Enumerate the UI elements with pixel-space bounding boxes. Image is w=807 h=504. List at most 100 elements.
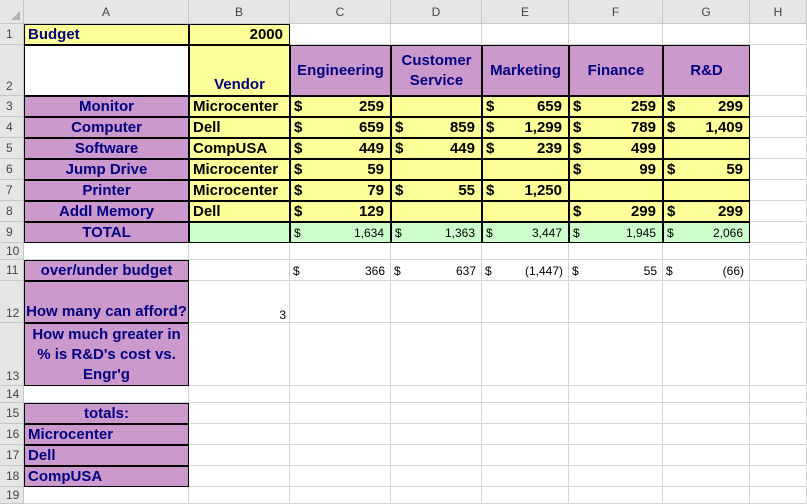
grid-cell[interactable] <box>569 323 663 386</box>
vendor-cell[interactable]: Microcenter <box>189 96 290 117</box>
grid-cell[interactable] <box>750 487 807 504</box>
grid-cell[interactable] <box>482 487 569 504</box>
column-header-c[interactable]: C <box>290 0 391 24</box>
grid-cell[interactable] <box>482 466 569 487</box>
grid-cell[interactable] <box>750 403 807 424</box>
grid-cell[interactable] <box>290 24 391 45</box>
grid-cell[interactable] <box>290 243 391 260</box>
cost-cell-eng[interactable]: $449 <box>290 138 391 159</box>
grid-cell[interactable] <box>569 243 663 260</box>
row-header-3[interactable]: 3 <box>0 96 24 117</box>
grid-cell[interactable] <box>663 24 750 45</box>
grid-cell[interactable] <box>189 260 290 281</box>
column-header-d[interactable]: D <box>391 0 482 24</box>
spreadsheet-grid[interactable]: A B C D E F G H 1 2 3 4 5 6 7 8 9 10 11 12 13 14 15 16 17 18 19 Bud… <box>0 0 807 504</box>
column-header-f[interactable]: F <box>569 0 663 24</box>
row-header-17[interactable]: 17 <box>0 445 24 466</box>
total-label-cell[interactable]: TOTAL <box>24 222 189 243</box>
grid-cell[interactable] <box>569 466 663 487</box>
grid-cell[interactable] <box>189 466 290 487</box>
grid-cell[interactable] <box>750 117 807 138</box>
grid-cell[interactable] <box>750 159 807 180</box>
cost-cell-mkt[interactable]: $659 <box>482 96 569 117</box>
grid-cell[interactable] <box>569 403 663 424</box>
grid-cell[interactable] <box>391 445 482 466</box>
row-header-13[interactable]: 13 <box>0 323 24 386</box>
cost-cell-mkt[interactable]: $1,299 <box>482 117 569 138</box>
grid-cell[interactable] <box>290 445 391 466</box>
grid-cell[interactable] <box>482 424 569 445</box>
grid-cell[interactable] <box>189 403 290 424</box>
grid-cell[interactable] <box>569 445 663 466</box>
row-header-6[interactable]: 6 <box>0 159 24 180</box>
row-header-11[interactable]: 11 <box>0 260 24 281</box>
grid-cell[interactable] <box>391 243 482 260</box>
grid-cell[interactable] <box>750 281 807 323</box>
cost-cell-mkt[interactable]: $1,250 <box>482 180 569 201</box>
item-name-cell[interactable]: Monitor <box>24 96 189 117</box>
select-all-corner[interactable] <box>0 0 24 24</box>
cell-a2[interactable] <box>24 45 189 96</box>
grid-cell[interactable] <box>750 45 807 96</box>
grid-cell[interactable] <box>663 243 750 260</box>
grid-cell[interactable] <box>482 386 569 403</box>
grid-cell[interactable] <box>750 24 807 45</box>
cost-cell-fin[interactable]: $499 <box>569 138 663 159</box>
grid-cell[interactable] <box>482 403 569 424</box>
cost-cell-eng[interactable]: $259 <box>290 96 391 117</box>
row-header-10[interactable]: 10 <box>0 243 24 260</box>
row-header-9[interactable]: 9 <box>0 222 24 243</box>
dept-header-marketing[interactable]: Marketing <box>482 45 569 96</box>
grid-cell[interactable] <box>391 24 482 45</box>
grid-cell[interactable] <box>290 487 391 504</box>
over-under-cell-rd[interactable]: $ (66) <box>663 260 750 281</box>
cost-cell-mkt[interactable] <box>482 201 569 222</box>
row-header-19[interactable]: 19 <box>0 487 24 504</box>
grid-cell[interactable] <box>663 487 750 504</box>
grid-cell[interactable] <box>750 424 807 445</box>
cost-cell-cs[interactable]: $449 <box>391 138 482 159</box>
row-header-18[interactable]: 18 <box>0 466 24 487</box>
over-under-cell-fin[interactable]: $55 <box>569 260 663 281</box>
grid-cell[interactable] <box>290 403 391 424</box>
over-under-cell-mkt[interactable]: $ (1,447) <box>482 260 569 281</box>
cost-cell-eng[interactable]: $129 <box>290 201 391 222</box>
row-header-15[interactable]: 15 <box>0 403 24 424</box>
grid-cell[interactable] <box>569 386 663 403</box>
dept-header-rd[interactable]: R&D <box>663 45 750 96</box>
total-cell-cs[interactable]: $1,363 <box>391 222 482 243</box>
cost-cell-mkt[interactable]: $239 <box>482 138 569 159</box>
grid-cell[interactable] <box>24 243 189 260</box>
row-header-12[interactable]: 12 <box>0 281 24 323</box>
grid-cell[interactable] <box>290 466 391 487</box>
grid-cell[interactable] <box>663 466 750 487</box>
cell-b1-budget-amount[interactable]: 2000 <box>189 24 290 45</box>
over-under-cell-cs[interactable]: $637 <box>391 260 482 281</box>
item-name-cell[interactable]: Jump Drive <box>24 159 189 180</box>
vendor-cell[interactable]: Microcenter <box>189 180 290 201</box>
grid-cell[interactable] <box>750 243 807 260</box>
cost-cell-fin[interactable] <box>569 180 663 201</box>
grid-cell[interactable] <box>750 180 807 201</box>
column-header-e[interactable]: E <box>482 0 569 24</box>
dept-header-finance[interactable]: Finance <box>569 45 663 96</box>
grid-cell[interactable] <box>663 323 750 386</box>
row-header-2[interactable]: 2 <box>0 45 24 96</box>
cost-cell-mkt[interactable] <box>482 159 569 180</box>
vendor-cell[interactable]: CompUSA <box>189 138 290 159</box>
grid-cell[interactable] <box>391 424 482 445</box>
row-header-1[interactable]: 1 <box>0 24 24 45</box>
grid-cell[interactable] <box>189 445 290 466</box>
grid-cell[interactable] <box>750 138 807 159</box>
grid-cell[interactable] <box>290 281 391 323</box>
vendor-header[interactable]: Vendor <box>189 45 290 96</box>
grid-cell[interactable] <box>569 281 663 323</box>
grid-cell[interactable] <box>290 424 391 445</box>
grid-cell[interactable] <box>482 445 569 466</box>
total-vendor-cell[interactable] <box>189 222 290 243</box>
cost-cell-eng[interactable]: $659 <box>290 117 391 138</box>
grid-cell[interactable] <box>482 243 569 260</box>
cost-cell-cs[interactable] <box>391 159 482 180</box>
over-under-label-cell[interactable]: over/under budget <box>24 260 189 281</box>
row-header-16[interactable]: 16 <box>0 424 24 445</box>
